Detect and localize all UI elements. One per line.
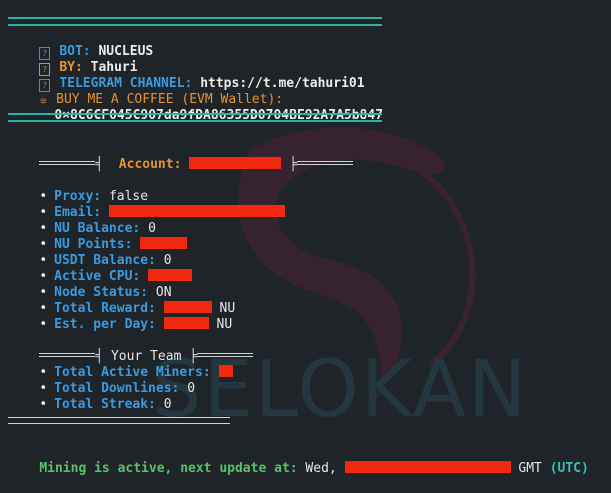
top-divider: [8, 17, 382, 26]
stat-est-day: • Est. per Day: NU: [39, 317, 233, 332]
account-rule-right: [296, 161, 353, 165]
status-utc: (UTC): [549, 461, 589, 476]
streak-value: 0: [163, 397, 172, 412]
wallet-line: 0×8C6CF045C907da9fDA86355D0704BE92A7A5b8…: [23, 92, 383, 123]
header-bottom-divider: [8, 113, 382, 122]
team-header: ╡ Your Team ╞: [8, 333, 254, 364]
stat-node-status: • Node Status: ON: [39, 285, 172, 300]
account-redaction: [189, 157, 282, 169]
est-day-unit: NU: [216, 317, 233, 332]
active-miners-redaction: [218, 365, 233, 377]
stat-proxy: • Proxy: false: [39, 189, 149, 204]
bot-line: ? BOT: NUCLEUS: [8, 28, 153, 60]
stat-nu-balance: • NU Balance: 0: [39, 221, 156, 236]
stat-email: • Email:: [8, 189, 285, 220]
status-day: Wed,: [305, 461, 337, 476]
est-day-redaction: [163, 317, 209, 329]
account-header: ╡ Account: ╞: [8, 141, 353, 172]
team-downlines: • Total Downlines: 0: [39, 381, 196, 396]
telegram-line: ? TELEGRAM CHANNEL: https://t.me/tahuri01: [8, 60, 365, 92]
team-active-miners: • Total Active Miners:: [8, 349, 233, 380]
stat-total-reward: • Total Reward: NU: [39, 301, 236, 316]
mining-status-text: Mining is active, next update at:: [39, 461, 298, 476]
timestamp-redaction: [344, 461, 511, 473]
stat-active-cpu: • Active CPU:: [8, 253, 193, 284]
downlines-value: 0: [187, 381, 196, 396]
stat-usdt-balance: • USDT Balance: 0: [39, 253, 172, 268]
by-line: ? BY: Tahuri: [8, 44, 138, 76]
stat-nu-points: • NU Points:: [8, 221, 188, 252]
status-tz: GMT: [518, 461, 542, 476]
team-streak: • Total Streak: 0: [39, 397, 172, 412]
team-bottom-divider: [8, 417, 230, 424]
account-rule-left: [39, 161, 96, 165]
streak-label: Total Streak:: [54, 397, 156, 412]
coffee-line: ☕ BUY ME A COFFEE (EVM Wallet):: [8, 76, 283, 107]
est-day-label: Est. per Day:: [54, 317, 156, 332]
account-label: Account:: [118, 157, 182, 172]
mining-status-line: Mining is active, next update at: Wed, G…: [8, 445, 589, 476]
